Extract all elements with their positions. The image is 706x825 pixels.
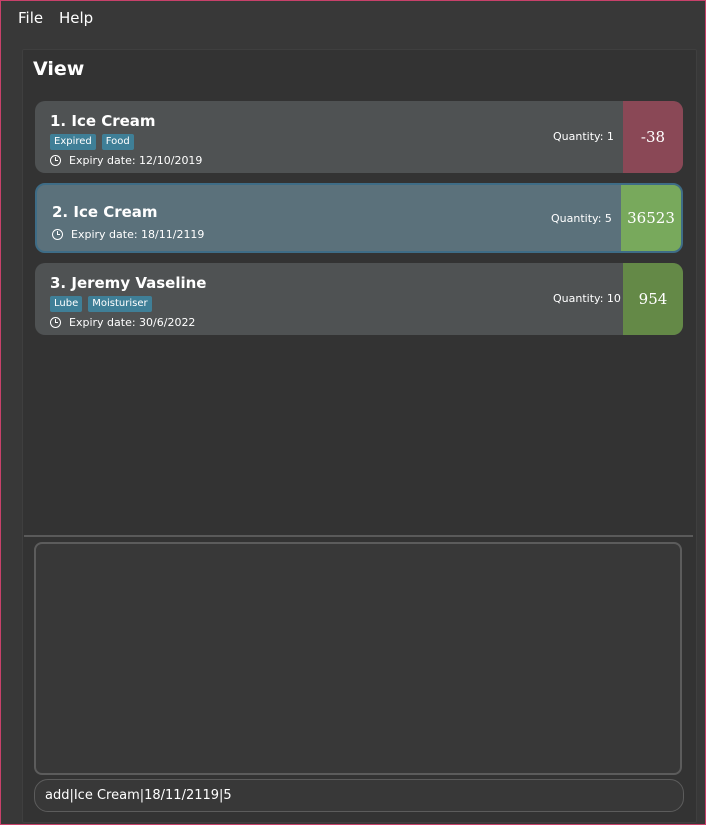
clock-icon (50, 317, 61, 328)
tag: Expired (50, 134, 96, 150)
expiry-row: Expiry date: 30/6/2022 (50, 316, 195, 329)
days-remaining-badge: 36523 (621, 185, 681, 251)
panel-divider[interactable] (24, 535, 693, 537)
help-menu[interactable]: Help (59, 9, 93, 27)
quantity-label: Quantity: 1 (553, 130, 614, 143)
quantity-label: Quantity: 10 (553, 292, 621, 305)
expiry-date: Expiry date: 30/6/2022 (69, 316, 196, 329)
item-title: 3. Jeremy Vaseline (50, 274, 207, 292)
item-title: 1. Ice Cream (50, 112, 156, 130)
item-card[interactable]: 1. Ice Cream Expired Food Expiry date: 1… (35, 101, 683, 173)
expiry-row: Expiry date: 18/11/2119 (52, 228, 204, 241)
expiry-row: Expiry date: 12/10/2019 (50, 154, 202, 167)
view-title: View (33, 58, 85, 80)
expiry-date: Expiry date: 18/11/2119 (71, 228, 205, 241)
item-card-selected[interactable]: 2. Ice Cream Expiry date: 18/11/2119 Qua… (35, 183, 683, 253)
result-display[interactable] (34, 542, 682, 775)
clock-icon (50, 155, 61, 166)
quantity-label: Quantity: 5 (551, 212, 612, 225)
command-input[interactable] (34, 779, 684, 812)
file-menu[interactable]: File (18, 9, 43, 27)
item-title: 2. Ice Cream (52, 203, 158, 221)
tag-list: Lube Moisturiser (50, 296, 152, 312)
tag: Moisturiser (88, 296, 152, 312)
expiry-date: Expiry date: 12/10/2019 (69, 154, 203, 167)
menu-bar: File Help (1, 1, 705, 35)
tag: Lube (50, 296, 83, 312)
tag-list: Expired Food (50, 134, 134, 150)
tag: Food (101, 134, 134, 150)
item-card[interactable]: 3. Jeremy Vaseline Lube Moisturiser Expi… (35, 263, 683, 335)
clock-icon (52, 229, 63, 240)
days-remaining-badge: -38 (623, 101, 683, 173)
days-remaining-badge: 954 (623, 263, 683, 335)
